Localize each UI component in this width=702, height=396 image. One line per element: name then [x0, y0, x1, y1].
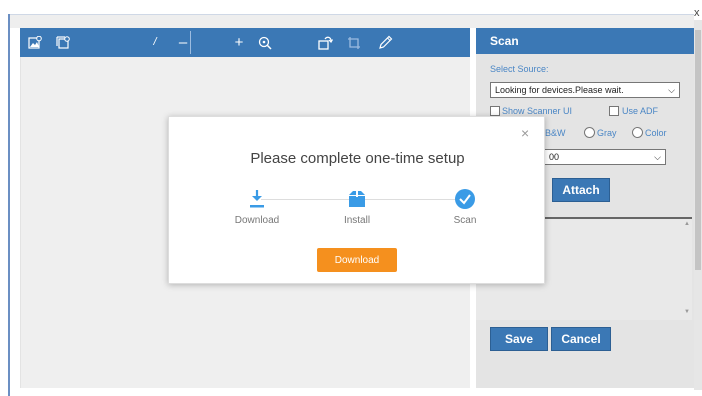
rotate-icon[interactable]	[316, 28, 334, 57]
chevron-down-icon: ⌵	[654, 152, 661, 162]
image-toolbar: / – +	[20, 28, 470, 57]
page-scrollbar-thumb[interactable]	[695, 30, 701, 270]
color-color-radio[interactable]	[632, 127, 643, 138]
step-scan-label: Scan	[453, 215, 477, 226]
copy-image-icon[interactable]	[54, 28, 72, 57]
package-icon	[345, 187, 369, 211]
color-color-label: Color	[645, 128, 667, 138]
attach-button[interactable]: Attach	[552, 178, 610, 202]
modal-close-button[interactable]: ×	[521, 125, 529, 141]
scroll-up-arrow-icon[interactable]: ▲	[684, 221, 690, 227]
cancel-button[interactable]: Cancel	[551, 327, 611, 351]
preview-scrollbar[interactable]: ▲ ▼	[683, 219, 692, 319]
save-button[interactable]: Save	[490, 327, 548, 351]
step-download-label: Download	[234, 215, 280, 226]
download-icon	[245, 187, 269, 211]
modal-title: Please complete one-time setup	[250, 150, 465, 167]
download-button[interactable]: Download	[317, 248, 397, 272]
use-adf-checkbox[interactable]	[609, 106, 619, 116]
toolbar-divider-text: /	[153, 36, 157, 48]
step-install-label: Install	[343, 215, 371, 226]
show-scanner-ui-label: Show Scanner UI	[502, 106, 573, 116]
zoom-icon[interactable]	[256, 28, 274, 57]
add-image-icon[interactable]	[26, 28, 44, 57]
color-bw-label: B&W	[545, 128, 566, 138]
color-gray-label: Gray	[597, 128, 617, 138]
setup-modal: × Please complete one-time setup Downloa…	[168, 116, 545, 284]
top-bar	[10, 15, 694, 28]
scan-panel-title: Scan	[476, 28, 694, 54]
dpi-select-value: 00	[549, 152, 560, 162]
toolbar-separator	[190, 31, 191, 54]
dpi-select[interactable]: 00 ⌵	[544, 149, 666, 165]
color-gray-radio[interactable]	[584, 127, 595, 138]
page-scrollbar[interactable]	[694, 20, 702, 390]
chevron-down-icon: ⌵	[668, 85, 675, 95]
zoom-out-button[interactable]: –	[176, 28, 190, 57]
edit-pencil-icon[interactable]	[376, 28, 394, 57]
check-circle-icon	[453, 187, 477, 211]
source-select-value: Looking for devices.Please wait.	[495, 85, 624, 95]
zoom-in-button[interactable]: +	[232, 28, 246, 57]
window-close-button[interactable]: x	[694, 6, 702, 20]
crop-icon[interactable]	[345, 28, 363, 57]
window-frame-left	[8, 14, 10, 396]
source-select[interactable]: Looking for devices.Please wait. ⌵	[490, 82, 680, 98]
select-source-label: Select Source:	[490, 64, 549, 74]
scroll-down-arrow-icon[interactable]: ▼	[684, 309, 690, 315]
use-adf-label: Use ADF	[622, 106, 659, 116]
show-scanner-ui-checkbox[interactable]	[490, 106, 500, 116]
